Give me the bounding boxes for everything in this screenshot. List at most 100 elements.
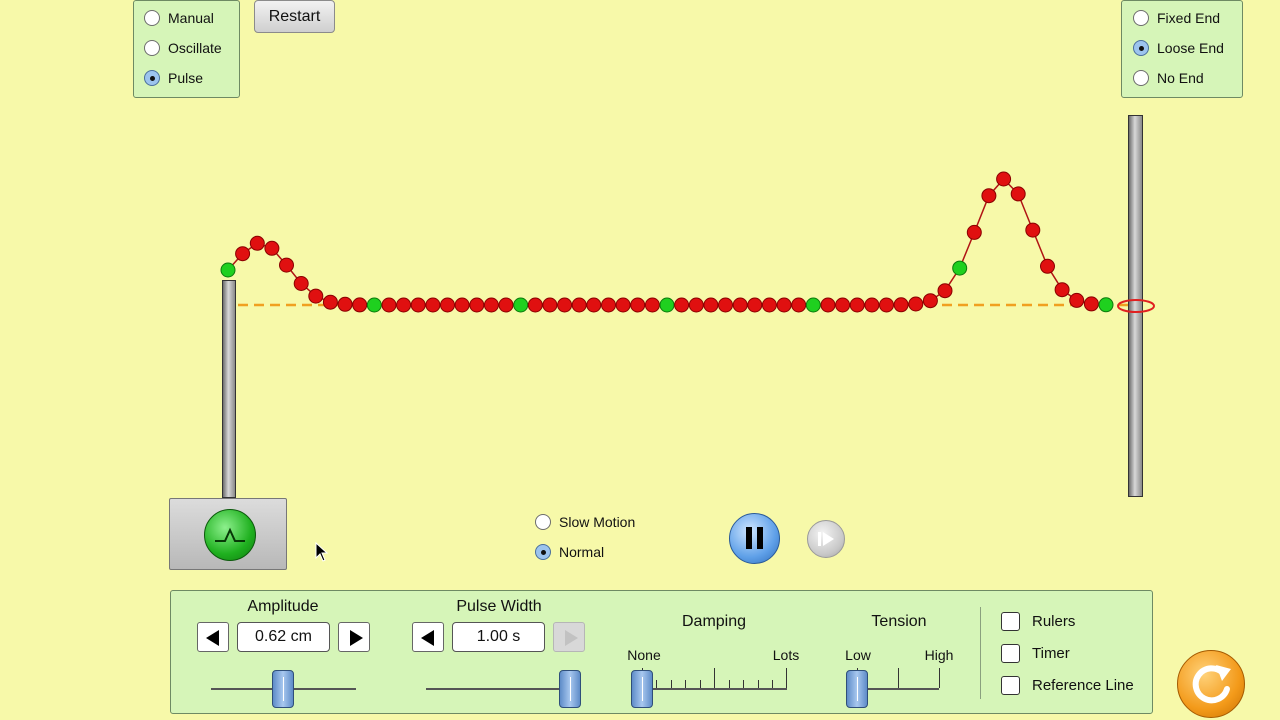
play-pause-button[interactable]	[729, 513, 780, 564]
string-bead	[483, 297, 499, 313]
checkbox-box[interactable]	[1001, 612, 1020, 631]
mode-panel: Manual Oscillate Pulse	[133, 0, 240, 98]
reset-all-button[interactable]	[1177, 650, 1245, 718]
damping-tick	[786, 668, 787, 688]
string-bead	[454, 297, 470, 313]
string-bead	[922, 293, 938, 309]
no-end-radio[interactable]: No End	[1133, 70, 1204, 86]
damping-tick	[671, 680, 672, 688]
tension-label: Tension	[871, 613, 927, 630]
reference-line-label: Reference Line	[1032, 677, 1134, 694]
amplitude-decrease-button[interactable]	[197, 622, 229, 652]
string-bead	[952, 260, 968, 276]
pulse-width-value[interactable]: 1.00 s	[452, 622, 545, 652]
pulse-width-increase-button[interactable]	[553, 622, 585, 652]
reference-line-checkbox[interactable]: Reference Line	[1001, 676, 1134, 695]
checkbox-box[interactable]	[1001, 644, 1020, 663]
loose-end-radio[interactable]: Loose End	[1133, 40, 1224, 56]
string-bead	[410, 297, 426, 313]
timer-checkbox[interactable]: Timer	[1001, 644, 1070, 663]
amplitude-value[interactable]: 0.62 cm	[237, 622, 330, 652]
radio-button[interactable]	[144, 10, 160, 26]
left-post	[222, 280, 236, 498]
string-bead	[674, 297, 690, 313]
beads-group	[220, 171, 1114, 313]
damping-tick	[714, 668, 715, 688]
restart-button[interactable]: Restart	[254, 0, 335, 33]
pause-icon	[746, 527, 764, 549]
string-bead	[557, 297, 573, 313]
string-bead	[835, 297, 851, 313]
string-bead	[249, 235, 265, 251]
damping-tick	[685, 680, 686, 688]
tension-min-label: Low	[845, 647, 871, 663]
damping-max-label: Lots	[772, 647, 800, 663]
radio-button-selected[interactable]	[1133, 40, 1149, 56]
radio-button[interactable]	[1133, 70, 1149, 86]
radio-button[interactable]	[1133, 10, 1149, 26]
string-bead	[966, 224, 982, 240]
string-bead	[718, 297, 733, 313]
string-bead	[791, 297, 807, 313]
timer-label: Timer	[1032, 645, 1070, 662]
string-bead	[644, 297, 660, 313]
mode-oscillate-label: Oscillate	[168, 40, 222, 56]
radio-button[interactable]	[535, 514, 551, 530]
reset-all-icon	[1192, 665, 1231, 704]
string-bead	[425, 297, 441, 313]
radio-button[interactable]	[144, 40, 160, 56]
string-bead	[747, 297, 763, 313]
end-panel: Fixed End Loose End No End	[1121, 0, 1243, 98]
string-bead	[337, 296, 353, 312]
tension-tick	[898, 668, 899, 688]
amplitude-slider-thumb[interactable]	[272, 670, 294, 708]
pulse-width-slider-track[interactable]	[426, 688, 571, 690]
string-bead	[527, 297, 543, 313]
string-line	[227, 177, 1107, 306]
mode-manual-radio[interactable]: Manual	[144, 10, 214, 26]
string-bead	[1083, 296, 1099, 312]
pulse-button[interactable]	[204, 509, 256, 561]
slow-motion-label: Slow Motion	[559, 514, 636, 530]
step-button[interactable]	[807, 520, 845, 558]
string-bead	[615, 297, 631, 313]
damping-slider-thumb[interactable]	[631, 670, 653, 708]
string-bead	[996, 171, 1012, 187]
string-bead	[293, 276, 309, 291]
damping-tick	[729, 680, 730, 688]
string-bead	[1054, 282, 1070, 298]
tension-slider-track[interactable]	[857, 688, 939, 690]
fixed-end-radio[interactable]: Fixed End	[1133, 10, 1220, 26]
damping-tick	[700, 680, 701, 688]
checkbox-box[interactable]	[1001, 676, 1020, 695]
radio-button-selected[interactable]	[535, 544, 551, 560]
string-bead	[776, 297, 792, 313]
string-bead	[308, 288, 324, 304]
string-bead	[732, 297, 748, 313]
damping-slider-track[interactable]	[642, 688, 787, 690]
pulse-width-decrease-button[interactable]	[412, 622, 444, 652]
slow-motion-radio[interactable]: Slow Motion	[535, 514, 635, 530]
string-bead	[864, 297, 880, 313]
mode-pulse-label: Pulse	[168, 70, 204, 86]
mode-oscillate-radio[interactable]: Oscillate	[144, 40, 222, 56]
rulers-checkbox[interactable]: Rulers	[1001, 612, 1075, 631]
string-bead	[235, 246, 251, 262]
pulse-width-slider-thumb[interactable]	[559, 670, 581, 708]
tension-max-label: High	[924, 647, 954, 663]
string-bead	[879, 297, 894, 313]
tension-slider-thumb[interactable]	[846, 670, 868, 708]
string-bead	[396, 297, 412, 313]
amplitude-increase-button[interactable]	[338, 622, 370, 652]
normal-speed-radio[interactable]: Normal	[535, 544, 604, 560]
mode-pulse-radio[interactable]: Pulse	[144, 70, 203, 86]
step-forward-icon	[818, 531, 834, 547]
radio-button-selected[interactable]	[144, 70, 160, 86]
string-bead	[381, 297, 397, 313]
pulse-width-label: Pulse Width	[456, 598, 542, 615]
string-bead	[981, 188, 997, 204]
string-bead	[893, 297, 909, 313]
string-bead	[761, 297, 777, 313]
string-bead	[1098, 297, 1114, 313]
string-bead	[688, 297, 704, 313]
